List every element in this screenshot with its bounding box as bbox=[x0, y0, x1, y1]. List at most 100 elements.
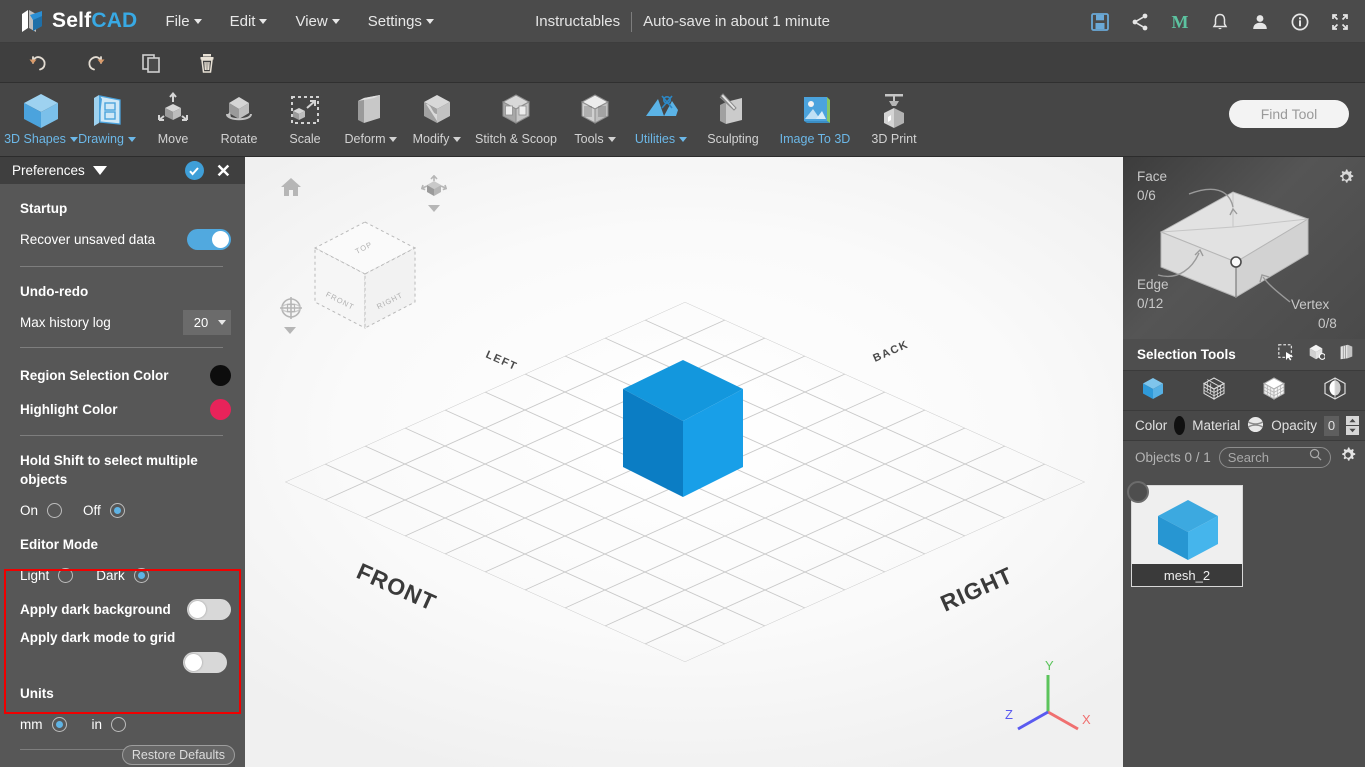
ground-label-back: BACK bbox=[871, 338, 910, 364]
undo-icon[interactable] bbox=[22, 49, 56, 77]
close-icon[interactable]: ✕ bbox=[216, 162, 231, 180]
restore-defaults-button[interactable]: Restore Defaults bbox=[121, 745, 235, 765]
material-properties-row: Color Material Opacity 0 bbox=[1123, 411, 1365, 441]
chevron-down-icon[interactable] bbox=[92, 166, 107, 175]
ribbon-tool-rotate[interactable]: Rotate bbox=[206, 83, 272, 157]
ribbon-tool-3d-print[interactable]: 3D Print bbox=[858, 83, 930, 157]
chevron-down-icon bbox=[259, 19, 268, 25]
region-selection-color-label: Region Selection Color bbox=[20, 367, 169, 383]
objects-gear-icon[interactable] bbox=[1339, 446, 1357, 469]
lasso-select-icon[interactable] bbox=[1337, 343, 1355, 366]
recover-unsaved-row: Recover unsaved data bbox=[20, 226, 231, 252]
menu-view[interactable]: View bbox=[295, 12, 340, 30]
material-label: Material bbox=[1192, 418, 1241, 433]
apply-dark-background-toggle[interactable] bbox=[187, 598, 231, 620]
move-icon bbox=[152, 90, 194, 130]
ribbon-label-3d-shapes: 3D Shapes bbox=[4, 132, 66, 146]
info-icon[interactable] bbox=[1289, 11, 1311, 33]
object-select-toggle[interactable] bbox=[1127, 481, 1149, 503]
material-sphere-icon[interactable] bbox=[1247, 416, 1264, 436]
view-cube[interactable]: TOP FRONT RIGHT bbox=[295, 202, 435, 342]
max-history-select[interactable]: 20 bbox=[183, 309, 231, 335]
recover-unsaved-toggle[interactable] bbox=[187, 228, 231, 250]
find-tool-placeholder: Find Tool bbox=[1260, 106, 1318, 122]
mesh-info-panel: Face 0/6 Edge 0/12 Vertex 0/8 bbox=[1123, 157, 1365, 339]
units-mm-radio[interactable] bbox=[51, 716, 67, 732]
3d-print-icon bbox=[873, 90, 915, 130]
hold-shift-on-radio[interactable] bbox=[47, 502, 63, 518]
deform-icon bbox=[350, 90, 392, 130]
search-placeholder: Search bbox=[1227, 449, 1269, 465]
chevron-down-icon bbox=[218, 319, 226, 325]
mesh-mode-icon[interactable] bbox=[1322, 375, 1348, 406]
editor-mode-dark-radio[interactable] bbox=[133, 567, 149, 583]
divider bbox=[20, 266, 223, 267]
ribbon-tool-tools[interactable]: Tools bbox=[562, 83, 628, 157]
ribbon-tool-sculpting[interactable]: Sculpting bbox=[694, 83, 772, 157]
orbit-view-icon[interactable] bbox=[420, 174, 448, 206]
region-selection-color-swatch[interactable] bbox=[210, 364, 231, 386]
ribbon-tool-move[interactable]: Move bbox=[140, 83, 206, 157]
vertex-label: Vertex bbox=[1291, 297, 1330, 312]
list-item[interactable]: mesh_2 bbox=[1127, 481, 1243, 587]
chevron-down-icon bbox=[425, 19, 434, 25]
ribbon-tool-image-to-3d[interactable]: Image To 3D bbox=[772, 83, 858, 157]
menu-edit[interactable]: Edit bbox=[230, 13, 268, 30]
editor-mode-light-radio[interactable] bbox=[58, 567, 74, 583]
menu-settings-label: Settings bbox=[367, 12, 422, 30]
m-logo-icon[interactable]: M bbox=[1169, 11, 1191, 33]
menu-view-label: View bbox=[295, 12, 328, 30]
utilities-icon bbox=[640, 90, 682, 130]
ribbon-tool-utilities[interactable]: Utilities bbox=[628, 83, 694, 157]
rectangle-select-icon[interactable] bbox=[1277, 343, 1295, 366]
color-swatch[interactable] bbox=[1174, 416, 1186, 435]
redo-icon[interactable] bbox=[78, 49, 112, 77]
stepper-up-icon[interactable] bbox=[1346, 416, 1359, 425]
vertex-count: 0/8 bbox=[1318, 316, 1337, 331]
editor-mode-radios: Light Dark bbox=[20, 562, 231, 588]
box-select-icon[interactable] bbox=[1307, 343, 1326, 366]
object-mode-icon[interactable] bbox=[1140, 375, 1166, 406]
3d-viewport[interactable]: LEFT BACK FRONT RIGHT Y X Z TOP FRONT RI… bbox=[245, 157, 1125, 767]
fullscreen-icon[interactable] bbox=[1329, 11, 1351, 33]
save-icon[interactable] bbox=[1089, 11, 1111, 33]
home-view-icon[interactable] bbox=[279, 175, 303, 204]
pan-zoom-dropdown-icon[interactable] bbox=[284, 327, 296, 334]
ribbon-tool-drawing[interactable]: Drawing bbox=[74, 83, 140, 157]
ribbon-tool-modify[interactable]: Modify bbox=[404, 83, 470, 157]
copy-icon[interactable] bbox=[134, 49, 168, 77]
stepper-down-icon[interactable] bbox=[1346, 426, 1359, 435]
ribbon-tool-stitch-scoop[interactable]: Stitch & Scoop bbox=[470, 83, 562, 157]
opacity-stepper[interactable] bbox=[1346, 416, 1359, 435]
pan-zoom-icon[interactable] bbox=[278, 295, 304, 326]
units-in-radio[interactable] bbox=[111, 716, 127, 732]
ribbon-tool-3d-shapes[interactable]: 3D Shapes bbox=[4, 83, 78, 157]
gear-icon[interactable] bbox=[1337, 168, 1355, 191]
hold-shift-off-radio[interactable] bbox=[109, 502, 125, 518]
notifications-bell-icon[interactable] bbox=[1209, 11, 1231, 33]
svg-text:M: M bbox=[1172, 12, 1189, 32]
user-account-icon[interactable] bbox=[1249, 11, 1271, 33]
delete-icon[interactable] bbox=[190, 49, 224, 77]
share-icon[interactable] bbox=[1129, 11, 1151, 33]
undo-redo-heading: Undo-redo bbox=[20, 284, 89, 299]
opacity-value[interactable]: 0 bbox=[1324, 415, 1339, 436]
find-tool-input[interactable]: Find Tool bbox=[1229, 100, 1349, 128]
ribbon-tool-scale[interactable]: Scale bbox=[272, 83, 338, 157]
vertex-mode-icon[interactable] bbox=[1201, 375, 1227, 406]
app-logo[interactable]: SelfCAD bbox=[20, 8, 137, 34]
orbit-view-dropdown-icon[interactable] bbox=[428, 205, 440, 212]
face-mode-icon[interactable] bbox=[1261, 375, 1287, 406]
menu-file[interactable]: File bbox=[165, 13, 202, 30]
units-heading: Units bbox=[20, 686, 54, 701]
ribbon-tool-deform[interactable]: Deform bbox=[338, 83, 404, 157]
object-thumbnail bbox=[1158, 500, 1218, 560]
search-input[interactable]: Search bbox=[1218, 446, 1331, 468]
ribbon-label-tools: Tools bbox=[574, 132, 604, 146]
highlight-color-swatch[interactable] bbox=[210, 398, 231, 420]
apply-dark-grid-toggle[interactable] bbox=[183, 652, 227, 673]
apply-button[interactable] bbox=[184, 161, 204, 180]
menu-edit-label: Edit bbox=[229, 12, 256, 30]
objects-list: mesh_2 bbox=[1123, 473, 1365, 587]
menu-settings[interactable]: Settings bbox=[368, 13, 434, 30]
